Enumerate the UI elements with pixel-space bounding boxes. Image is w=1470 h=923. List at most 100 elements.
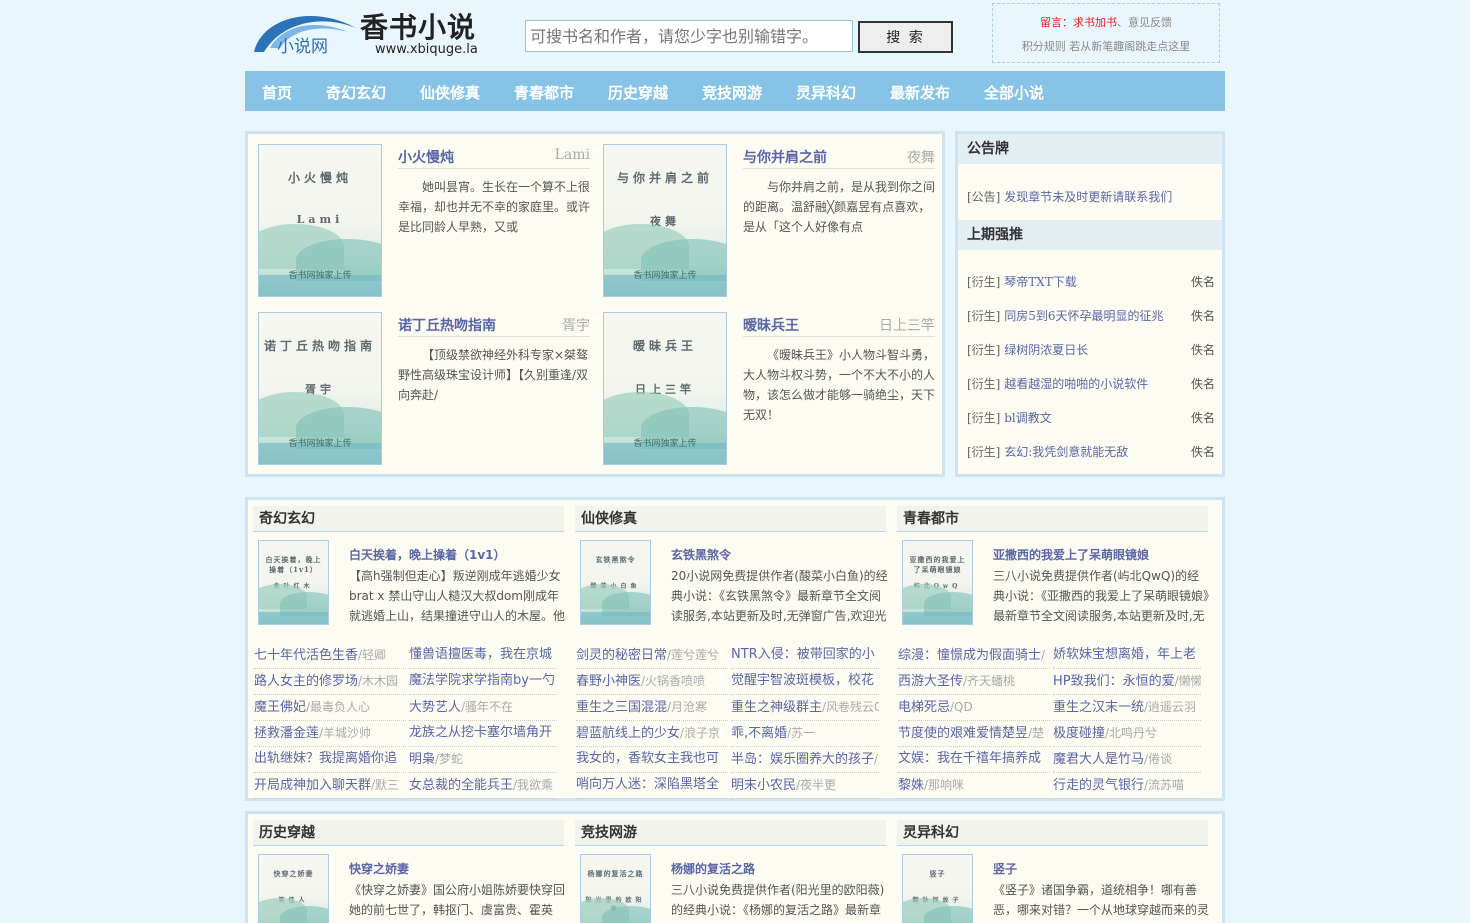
- nav-item-1[interactable]: 首页: [262, 71, 292, 111]
- category-list-item[interactable]: 出轨继妹？我提离婚你追: [254, 747, 406, 773]
- notice-item[interactable]: [公告] 发现章节未及时更新请联系我们: [967, 188, 1215, 205]
- list-book-title[interactable]: 电梯死忌: [898, 700, 950, 715]
- category-feature-title[interactable]: 快穿之娇妻: [349, 860, 409, 877]
- category-feature-title[interactable]: 白天挨着，晚上操着（1v1）: [349, 546, 506, 563]
- list-book-title[interactable]: 拯救潘金莲: [254, 726, 319, 741]
- recommend-item[interactable]: [衍生] bl调教文 佚名: [967, 409, 1215, 426]
- category-feature-cover[interactable]: 白天挨着，晚上操着（1v1）舍叶红木: [258, 540, 329, 625]
- category-list-item[interactable]: 魔王佛妃/最毒负人心: [254, 695, 406, 721]
- list-book-title[interactable]: 魔君大人是竹马: [1053, 752, 1144, 767]
- recommend-item[interactable]: [衍生] 绿树阴浓夏日长 佚名: [967, 341, 1215, 358]
- list-book-title[interactable]: 重生之汉末一统: [1053, 700, 1144, 715]
- category-list-item[interactable]: 开局成神加入聊天群/默三: [254, 773, 406, 799]
- category-list-item[interactable]: 拯救潘金莲/羊城沙帅: [254, 721, 406, 747]
- list-book-title[interactable]: 大势艺人: [409, 700, 461, 715]
- category-heading[interactable]: 灵异科幻: [897, 820, 1208, 846]
- category-list-item[interactable]: 龙族之从挖卡塞尔墙角开: [409, 721, 557, 747]
- recommend-title[interactable]: 越看越湿的啪啪的小说软件: [1004, 377, 1148, 391]
- notice-link[interactable]: 发现章节未及时更新请联系我们: [1004, 190, 1172, 204]
- list-book-title[interactable]: 觉醒宇智波斑模板，校花: [731, 673, 874, 688]
- category-list-item[interactable]: 半岛：娱乐圈养大的孩子/: [731, 747, 879, 773]
- category-heading[interactable]: 青春都市: [897, 506, 1208, 532]
- recommend-item[interactable]: [衍生] 玄幻:我凭剑意就能无敌 佚名: [967, 443, 1215, 460]
- recommend-title[interactable]: bl调教文: [1004, 411, 1052, 425]
- list-book-title[interactable]: 明末小农民: [731, 778, 796, 793]
- category-list-item[interactable]: 明末小农民/夜半更: [731, 773, 879, 799]
- book-cover[interactable]: 暧昧兵王 日上三竿 香书网独家上传: [603, 312, 727, 465]
- category-list-item[interactable]: 重生之三国混混/月沧寒: [576, 695, 728, 721]
- category-list-item[interactable]: 综漫：憧憬成为假面骑士/: [898, 643, 1050, 669]
- list-book-title[interactable]: 碧蓝航线上的少女: [576, 726, 680, 741]
- category-list-item[interactable]: 行走的灵气银行/流苏喵: [1053, 773, 1201, 799]
- category-feature-cover[interactable]: 快穿之娇妻笑佳人: [258, 854, 329, 923]
- site-logo[interactable]: 小说网 香书小说 www.xbiquge.la: [252, 6, 484, 60]
- category-list-item[interactable]: 西游大圣传/齐天蟠桃: [898, 669, 1050, 695]
- category-list-item[interactable]: 剑灵的秘密日常/莲兮莲兮: [576, 643, 728, 669]
- list-book-title[interactable]: 黎姝: [898, 778, 924, 793]
- list-book-title[interactable]: 开局成神加入聊天群: [254, 778, 371, 793]
- nav-item-3[interactable]: 仙侠修真: [420, 71, 480, 111]
- category-list-item[interactable]: 春野小神医/火锅香喷喷: [576, 669, 728, 695]
- list-book-title[interactable]: 重生之三国混混: [576, 700, 667, 715]
- list-book-title[interactable]: 路人女主的修罗场: [254, 674, 358, 689]
- list-book-title[interactable]: 魔王佛妃: [254, 700, 306, 715]
- book-cover[interactable]: 与你并肩之前 夜舞 香书网独家上传: [603, 144, 727, 297]
- list-book-title[interactable]: 半岛：娱乐圈养大的孩子: [731, 752, 874, 767]
- recommend-item[interactable]: [衍生] 同房5到6天怀孕最明显的征兆 佚名: [967, 307, 1215, 324]
- category-list-item[interactable]: 大势艺人/骚年不在: [409, 695, 557, 721]
- category-list-item[interactable]: 懂兽语擅医毒，我在京城: [409, 643, 557, 669]
- list-book-title[interactable]: 行走的灵气银行: [1053, 778, 1144, 793]
- category-list-item[interactable]: 重生之汉末一统/逍遥云羽: [1053, 695, 1201, 721]
- list-book-title[interactable]: 节度使的艰难爱情楚昱: [898, 726, 1028, 741]
- category-list-item[interactable]: 极度碰撞/北鸣丹兮: [1053, 721, 1201, 747]
- request-book-link[interactable]: 留言：求书加书: [1040, 16, 1117, 29]
- category-list-item[interactable]: 文娱：我在千禧年搞养成: [898, 747, 1050, 773]
- list-book-title[interactable]: 文娱：我在千禧年搞养成: [898, 751, 1041, 766]
- category-list-item[interactable]: NTR入侵：被带回家的小: [731, 643, 879, 669]
- book-cover[interactable]: 诺丁丘热吻指南 胥宇 香书网独家上传: [258, 312, 382, 465]
- category-list-item[interactable]: 碧蓝航线上的少女/浪子京: [576, 721, 728, 747]
- nav-item-9[interactable]: 全部小说: [984, 71, 1044, 111]
- category-feature-cover[interactable]: 杨娜的复活之路阳光里的欧阳薇: [580, 854, 651, 923]
- category-feature-title[interactable]: 玄铁黑煞令: [671, 546, 731, 563]
- list-book-title[interactable]: 春野小神医: [576, 674, 641, 689]
- list-book-title[interactable]: 出轨继妹？我提离婚你追: [254, 751, 397, 766]
- category-list-item[interactable]: 黎姝/那响咪: [898, 773, 1050, 799]
- category-feature-cover[interactable]: 玄铁黑煞令酸菜小白鱼: [580, 540, 651, 625]
- category-feature-title[interactable]: 亚撒西的我爱上了呆萌眼镜娘: [993, 546, 1149, 563]
- list-book-title[interactable]: 七十年代活色生香: [254, 648, 358, 663]
- feedback-link[interactable]: 、意见反馈: [1117, 16, 1172, 29]
- category-heading[interactable]: 竞技网游: [575, 820, 886, 846]
- recommend-title[interactable]: 琴帝TXT下载: [1004, 275, 1077, 289]
- list-book-title[interactable]: 乖,不离婚: [731, 726, 787, 741]
- list-book-title[interactable]: 我女的，香软女主我也可: [576, 751, 719, 766]
- book-title[interactable]: 暧昧兵王: [743, 315, 799, 335]
- list-book-title[interactable]: 魔法学院求学指南by一勺: [409, 673, 555, 688]
- category-feature-title[interactable]: 杨娜的复活之路: [671, 860, 755, 877]
- recommend-title[interactable]: 同房5到6天怀孕最明显的征兆: [1004, 309, 1163, 323]
- category-list-item[interactable]: 乖,不离婚/苏一: [731, 721, 879, 747]
- book-title[interactable]: 诺丁丘热吻指南: [398, 315, 496, 335]
- list-book-title[interactable]: 重生之神级群主: [731, 700, 822, 715]
- search-input[interactable]: [525, 20, 853, 52]
- list-book-title[interactable]: 综漫：憧憬成为假面骑士: [898, 648, 1041, 663]
- category-list-item[interactable]: 路人女主的修罗场/木木园: [254, 669, 406, 695]
- category-list-item[interactable]: 我女的，香软女主我也可: [576, 747, 728, 773]
- category-list-item[interactable]: 女总裁的全能兵王/我欲乘: [409, 773, 557, 799]
- category-list-item[interactable]: HP致我们：永恒的爱/懒懒: [1053, 669, 1201, 695]
- list-book-title[interactable]: 哨向万人迷：深陷黑塔全: [576, 777, 719, 792]
- nav-item-6[interactable]: 竞技网游: [702, 71, 762, 111]
- book-cover[interactable]: 小火慢炖 Lami 香书网独家上传: [258, 144, 382, 297]
- nav-item-8[interactable]: 最新发布: [890, 71, 950, 111]
- category-heading[interactable]: 历史穿越: [253, 820, 564, 846]
- nav-item-7[interactable]: 灵异科幻: [796, 71, 856, 111]
- notice-line-2[interactable]: 积分规则 若从新笔趣阁跳走点这里: [993, 38, 1219, 54]
- list-book-title[interactable]: 娇软妹宝想离婚，年上老: [1053, 647, 1196, 662]
- category-list-item[interactable]: 哨向万人迷：深陷黑塔全: [576, 773, 728, 799]
- list-book-title[interactable]: 剑灵的秘密日常: [576, 648, 667, 663]
- category-list-item[interactable]: 娇软妹宝想离婚，年上老: [1053, 643, 1201, 669]
- category-list-item[interactable]: 魔君大人是竹马/倦谈: [1053, 747, 1201, 773]
- category-list-item[interactable]: 明枭/梦蛇: [409, 747, 557, 773]
- category-list-item[interactable]: 觉醒宇智波斑模板，校花: [731, 669, 879, 695]
- book-title[interactable]: 与你并肩之前: [743, 147, 827, 167]
